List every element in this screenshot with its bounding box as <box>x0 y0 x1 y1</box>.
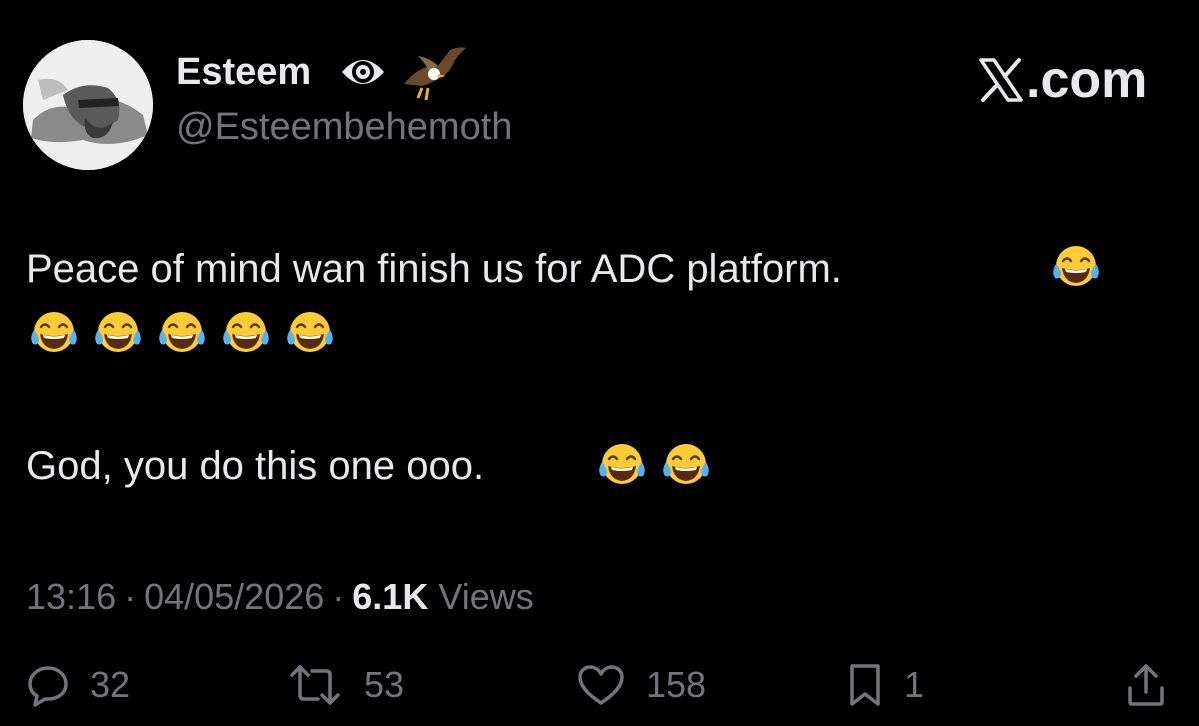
repost-button[interactable]: 53 <box>286 655 404 715</box>
face-with-tears-of-joy-icon <box>31 312 77 352</box>
bookmark-count: 1 <box>904 664 925 705</box>
face-with-tears-of-joy-icon <box>95 312 141 352</box>
tweet-text-line: Peace of mind wan finish us for ADC plat… <box>26 247 842 291</box>
face-with-tears-of-joy-icon <box>599 444 645 484</box>
author-display-name[interactable]: Esteem <box>176 48 311 96</box>
tweet-date[interactable]: 04/05/2026 <box>144 576 324 617</box>
face-with-tears-of-joy-icon <box>223 312 269 352</box>
tweet-meta: 13:16 · 04/05/2026 · 6.1K Views <box>26 573 534 621</box>
repost-count: 53 <box>364 664 405 705</box>
like-count: 158 <box>646 664 707 705</box>
reply-count: 32 <box>90 664 131 705</box>
reply-button[interactable]: 32 <box>26 655 130 715</box>
eagle-icon <box>400 44 468 102</box>
x-com-watermark: .com <box>978 52 1147 108</box>
meta-separator: · <box>332 576 345 617</box>
avatar[interactable] <box>23 40 153 170</box>
eye-badge-icon <box>338 50 388 94</box>
face-with-tears-of-joy-icon <box>287 312 333 352</box>
meta-separator: · <box>124 576 137 617</box>
author-handle[interactable]: @Esteembehemoth <box>176 103 512 151</box>
tweet-text-line: God, you do this one ooo. <box>26 444 485 488</box>
reply-icon <box>28 666 68 707</box>
bookmark-icon <box>850 664 880 706</box>
views-label: Views <box>438 576 534 617</box>
action-bar: 32 53 158 1 <box>0 655 1199 715</box>
face-with-tears-of-joy-icon <box>1053 246 1099 286</box>
brand-label: .com <box>1026 51 1148 109</box>
repost-icon <box>290 665 340 705</box>
emoji-row <box>596 440 724 496</box>
avatar-image <box>23 40 153 170</box>
emoji-row <box>1050 242 1114 298</box>
share-icon <box>1128 664 1164 706</box>
tweet-time[interactable]: 13:16 <box>26 576 116 617</box>
face-with-tears-of-joy-icon <box>663 444 709 484</box>
x-logo-icon <box>979 58 1023 102</box>
like-button[interactable]: 158 <box>576 655 706 715</box>
heart-icon <box>578 665 624 705</box>
bookmark-button[interactable]: 1 <box>846 655 924 715</box>
emoji-row <box>28 308 348 364</box>
face-with-tears-of-joy-icon <box>159 312 205 352</box>
share-button[interactable] <box>1124 655 1168 715</box>
views-count: 6.1K <box>352 576 429 617</box>
